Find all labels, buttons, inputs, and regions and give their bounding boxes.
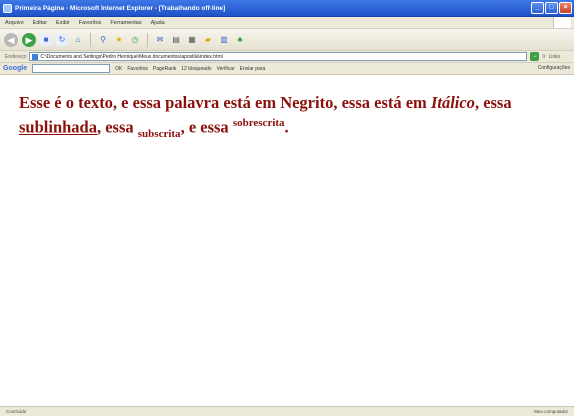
formatted-paragraph: Esse é o texto, e essa palavra está em N… xyxy=(19,92,559,145)
text-part: , essa xyxy=(96,117,138,137)
google-popup-blocker[interactable]: 12 bloqueado xyxy=(181,66,211,72)
minimize-button[interactable]: _ xyxy=(531,2,544,14)
status-bar: Concluído Meu computador xyxy=(0,406,574,416)
google-settings-button[interactable]: Configurações xyxy=(538,65,570,71)
google-logo[interactable]: Google xyxy=(3,65,27,72)
back-icon[interactable]: ◀ xyxy=(4,32,18,47)
menu-favorites[interactable]: Favoritos xyxy=(79,20,102,26)
menu-bar: Arquivo Editar Exibir Favoritos Ferramen… xyxy=(0,17,574,29)
menu-tools[interactable]: Ferramentas xyxy=(110,20,141,26)
subscript-text: subscrita xyxy=(137,127,181,140)
toolbar-separator xyxy=(147,32,148,47)
close-button[interactable]: × xyxy=(559,2,572,14)
title-bar: Primeira Página - Microsoft Internet Exp… xyxy=(0,0,574,17)
italic-text: Itálico xyxy=(430,93,475,112)
page-content: Esse é o texto, e essa palavra está em N… xyxy=(0,76,574,406)
address-label: Endereço xyxy=(5,53,27,60)
history-icon[interactable]: ◷ xyxy=(129,34,141,46)
text-part: , e essa xyxy=(180,117,233,137)
go-button[interactable]: → xyxy=(530,52,540,61)
home-icon[interactable]: ⌂ xyxy=(72,34,84,46)
text-part: . xyxy=(284,117,289,137)
underlined-text: sublinhada xyxy=(19,117,97,137)
windows-logo-icon xyxy=(553,17,571,28)
google-pagerank[interactable]: PageRank xyxy=(153,66,176,72)
go-label[interactable]: Ir xyxy=(542,54,545,60)
links-label[interactable]: Links xyxy=(548,54,560,60)
menu-file[interactable]: Arquivo xyxy=(5,20,24,26)
menu-edit[interactable]: Editar xyxy=(33,20,47,26)
text-part: , essa xyxy=(474,93,512,112)
page-icon xyxy=(32,53,39,60)
address-bar: Endereço C:\Documents and Settings\Pedro… xyxy=(0,51,574,63)
menu-view[interactable]: Exibir xyxy=(56,20,70,26)
stop-icon[interactable]: ■ xyxy=(40,33,52,46)
superscript-text: sobrescrita xyxy=(232,117,285,129)
address-input[interactable]: C:\Documents and Settings\Pedro Henrique… xyxy=(29,52,528,61)
window-controls: _ □ × xyxy=(531,2,572,14)
google-toolbar: Google OK Favoritos PageRank 12 bloquead… xyxy=(0,63,574,75)
security-zone: Meu computador xyxy=(534,409,568,414)
google-ok-button[interactable]: OK xyxy=(115,66,122,72)
discuss-icon[interactable]: ▥ xyxy=(218,34,230,46)
ie-icon xyxy=(3,3,12,13)
window-title: Primeira Página - Microsoft Internet Exp… xyxy=(15,4,226,12)
standard-toolbar: ◀ ▶ ■ ↻ ⌂ ⚲ ★ ◷ ✉ ▤ ▦ ▰ ▥ ♣ xyxy=(0,29,574,51)
mail-icon[interactable]: ✉ xyxy=(154,34,166,46)
status-text: Concluído xyxy=(6,409,27,414)
google-favorites-button[interactable]: Favoritos xyxy=(127,66,148,72)
favorites-icon[interactable]: ★ xyxy=(113,34,125,46)
menu-help[interactable]: Ajuda xyxy=(151,20,165,26)
google-send-to-button[interactable]: Enviar para xyxy=(240,66,266,72)
refresh-icon[interactable]: ↻ xyxy=(56,33,68,46)
search-icon[interactable]: ⚲ xyxy=(97,34,109,46)
google-search-input[interactable] xyxy=(32,64,111,73)
google-check-button[interactable]: Verificar xyxy=(217,66,235,72)
print-icon[interactable]: ▤ xyxy=(170,34,182,46)
text-part: Esse é o texto, e essa palavra está em N… xyxy=(19,93,431,112)
toolbar-separator xyxy=(90,32,91,47)
folder-icon[interactable]: ▰ xyxy=(202,34,214,46)
forward-icon[interactable]: ▶ xyxy=(22,32,36,47)
messenger-icon[interactable]: ♣ xyxy=(234,34,246,46)
edit-icon[interactable]: ▦ xyxy=(186,34,198,46)
maximize-button[interactable]: □ xyxy=(545,2,558,14)
address-value: C:\Documents and Settings\Pedro Henrique… xyxy=(40,53,223,60)
